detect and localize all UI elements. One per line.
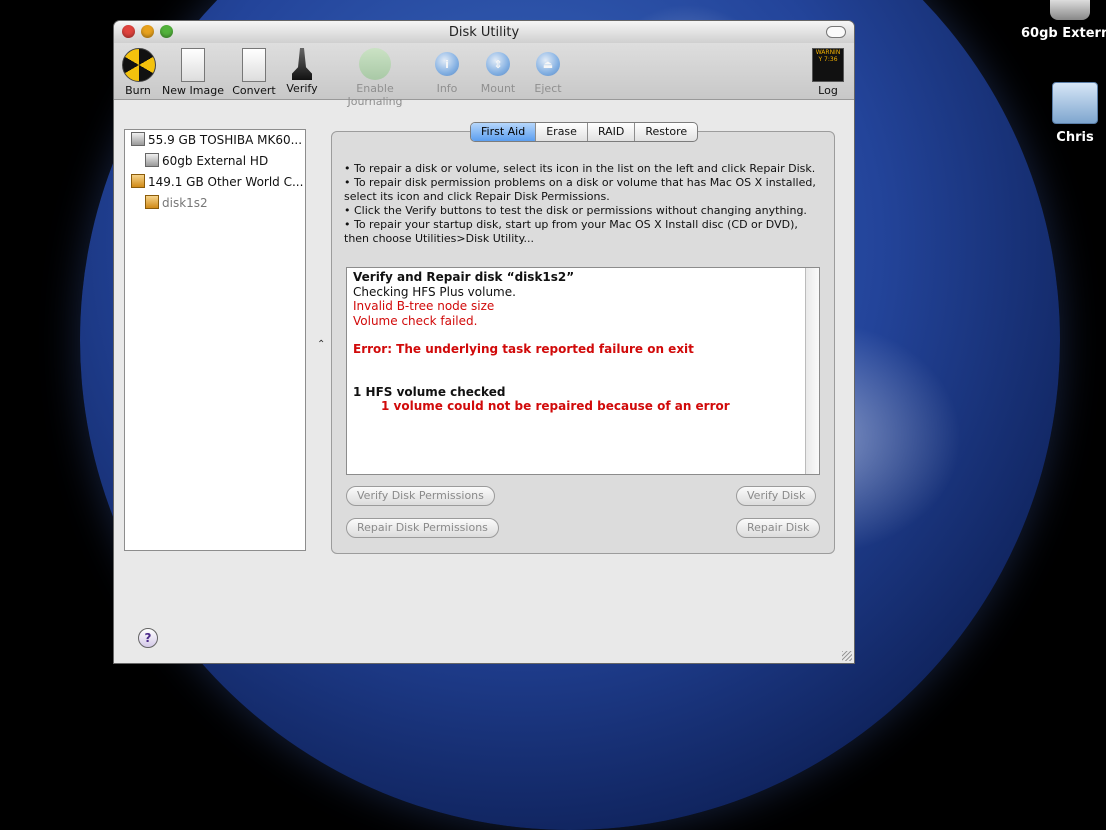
mount-icon: ⇕ [486, 52, 510, 76]
log-heading: Verify and Repair disk “disk1s2” [353, 270, 575, 284]
log-summary-line: 1 HFS volume checked [353, 384, 506, 399]
tab-restore[interactable]: Restore [635, 123, 697, 141]
microscope-icon [292, 48, 312, 80]
disk-label: 55.9 GB TOSHIBA MK60... [148, 133, 303, 147]
verify-label: Verify [286, 82, 318, 95]
desktop-folder-label: Chris [1056, 130, 1094, 145]
log-label: Log [818, 84, 838, 97]
title-bar[interactable]: Disk Utility [114, 21, 854, 43]
disk-list-item[interactable]: 55.9 GB TOSHIBA MK60... [125, 130, 305, 151]
eject-label: Eject [534, 82, 562, 95]
tab-raid[interactable]: RAID [588, 123, 636, 141]
verify-disk-permissions-button[interactable]: Verify Disk Permissions [346, 486, 495, 506]
instruction-text: • To repair disk permission problems on … [344, 176, 816, 203]
repair-disk-permissions-button[interactable]: Repair Disk Permissions [346, 518, 499, 538]
resize-handle[interactable] [842, 651, 852, 661]
new-image-label: New Image [162, 84, 224, 97]
log-error-line: 1 volume could not be repaired because o… [381, 399, 730, 413]
convert-button[interactable]: Convert [232, 48, 276, 97]
desktop-drive-icon[interactable]: 60gb Externa [1020, 0, 1106, 41]
log-error-line: Error: The underlying task reported fail… [353, 342, 694, 356]
scrollbar[interactable] [805, 268, 819, 474]
disk-label: 149.1 GB Other World C... [148, 175, 304, 189]
convert-label: Convert [232, 84, 276, 97]
splitter-handle[interactable]: ⌃ [317, 339, 325, 350]
tab-erase[interactable]: Erase [536, 123, 588, 141]
log-error-line: Volume check failed. [353, 313, 478, 328]
disk-list-item[interactable]: 149.1 GB Other World C... [125, 172, 305, 193]
disk-list-item[interactable]: 60gb External HD [125, 151, 305, 172]
folder-icon [1052, 82, 1098, 124]
log-button[interactable]: WARNIN Y 7:36 Log [812, 48, 844, 97]
enable-journaling-label: Enable Journaling [347, 82, 403, 108]
eject-icon: ⏏ [536, 52, 560, 76]
toolbar-toggle-button[interactable] [826, 26, 846, 38]
new-image-icon [181, 48, 205, 82]
firewire-drive-icon [131, 174, 145, 188]
log-icon: WARNIN Y 7:36 [812, 48, 844, 82]
info-icon: i [435, 52, 459, 76]
verify-button[interactable]: Verify [285, 48, 319, 95]
instruction-text: • To repair a disk or volume, select its… [344, 162, 816, 175]
disk-utility-window: Disk Utility Burn New Image Convert Veri… [114, 21, 854, 663]
journaling-icon [359, 48, 391, 80]
disk-list-item[interactable]: disk1s2 [125, 193, 305, 214]
info-button[interactable]: i Info [432, 48, 462, 95]
repair-disk-button[interactable]: Repair Disk [736, 518, 821, 538]
disk-list[interactable]: 55.9 GB TOSHIBA MK60... 60gb External HD… [124, 129, 306, 551]
hard-drive-icon [131, 132, 145, 146]
mount-label: Mount [480, 82, 516, 95]
help-button[interactable]: ? [138, 628, 158, 648]
enable-journaling-button[interactable]: Enable Journaling [327, 48, 423, 108]
hard-drive-icon [1050, 0, 1090, 20]
instruction-text: • Click the Verify buttons to test the d… [344, 204, 807, 217]
convert-icon [242, 48, 266, 82]
disk-label: disk1s2 [162, 196, 208, 210]
eject-button[interactable]: ⏏ Eject [532, 48, 564, 95]
volume-icon [145, 195, 159, 209]
toolbar: Burn New Image Convert Verify Enable Jou… [114, 43, 854, 108]
burn-label: Burn [125, 84, 151, 97]
disk-label: 60gb External HD [162, 154, 269, 168]
new-image-button[interactable]: New Image [162, 48, 224, 97]
burn-button[interactable]: Burn [122, 48, 156, 97]
tab-first-aid[interactable]: First Aid [471, 123, 537, 141]
desktop-drive-label: 60gb Externa [1021, 26, 1106, 41]
tab-bar: First Aid Erase RAID Restore [470, 122, 699, 142]
log-line: Checking HFS Plus volume. [353, 284, 516, 299]
first-aid-panel: First Aid Erase RAID Restore • To repair… [331, 122, 835, 554]
info-label: Info [436, 82, 458, 95]
mount-button[interactable]: ⇕ Mount [480, 48, 516, 95]
instructions: • To repair a disk or volume, select its… [344, 162, 824, 246]
log-error-line: Invalid B-tree node size [353, 299, 495, 313]
burn-icon [122, 48, 156, 82]
desktop-folder-icon[interactable]: Chris [1040, 82, 1106, 145]
window-title: Disk Utility [448, 25, 520, 40]
instruction-text: • To repair your startup disk, start up … [344, 218, 798, 245]
hard-drive-icon [145, 153, 159, 167]
results-log[interactable]: Verify and Repair disk “disk1s2” Checkin… [346, 267, 820, 475]
verify-disk-button[interactable]: Verify Disk [736, 486, 817, 506]
